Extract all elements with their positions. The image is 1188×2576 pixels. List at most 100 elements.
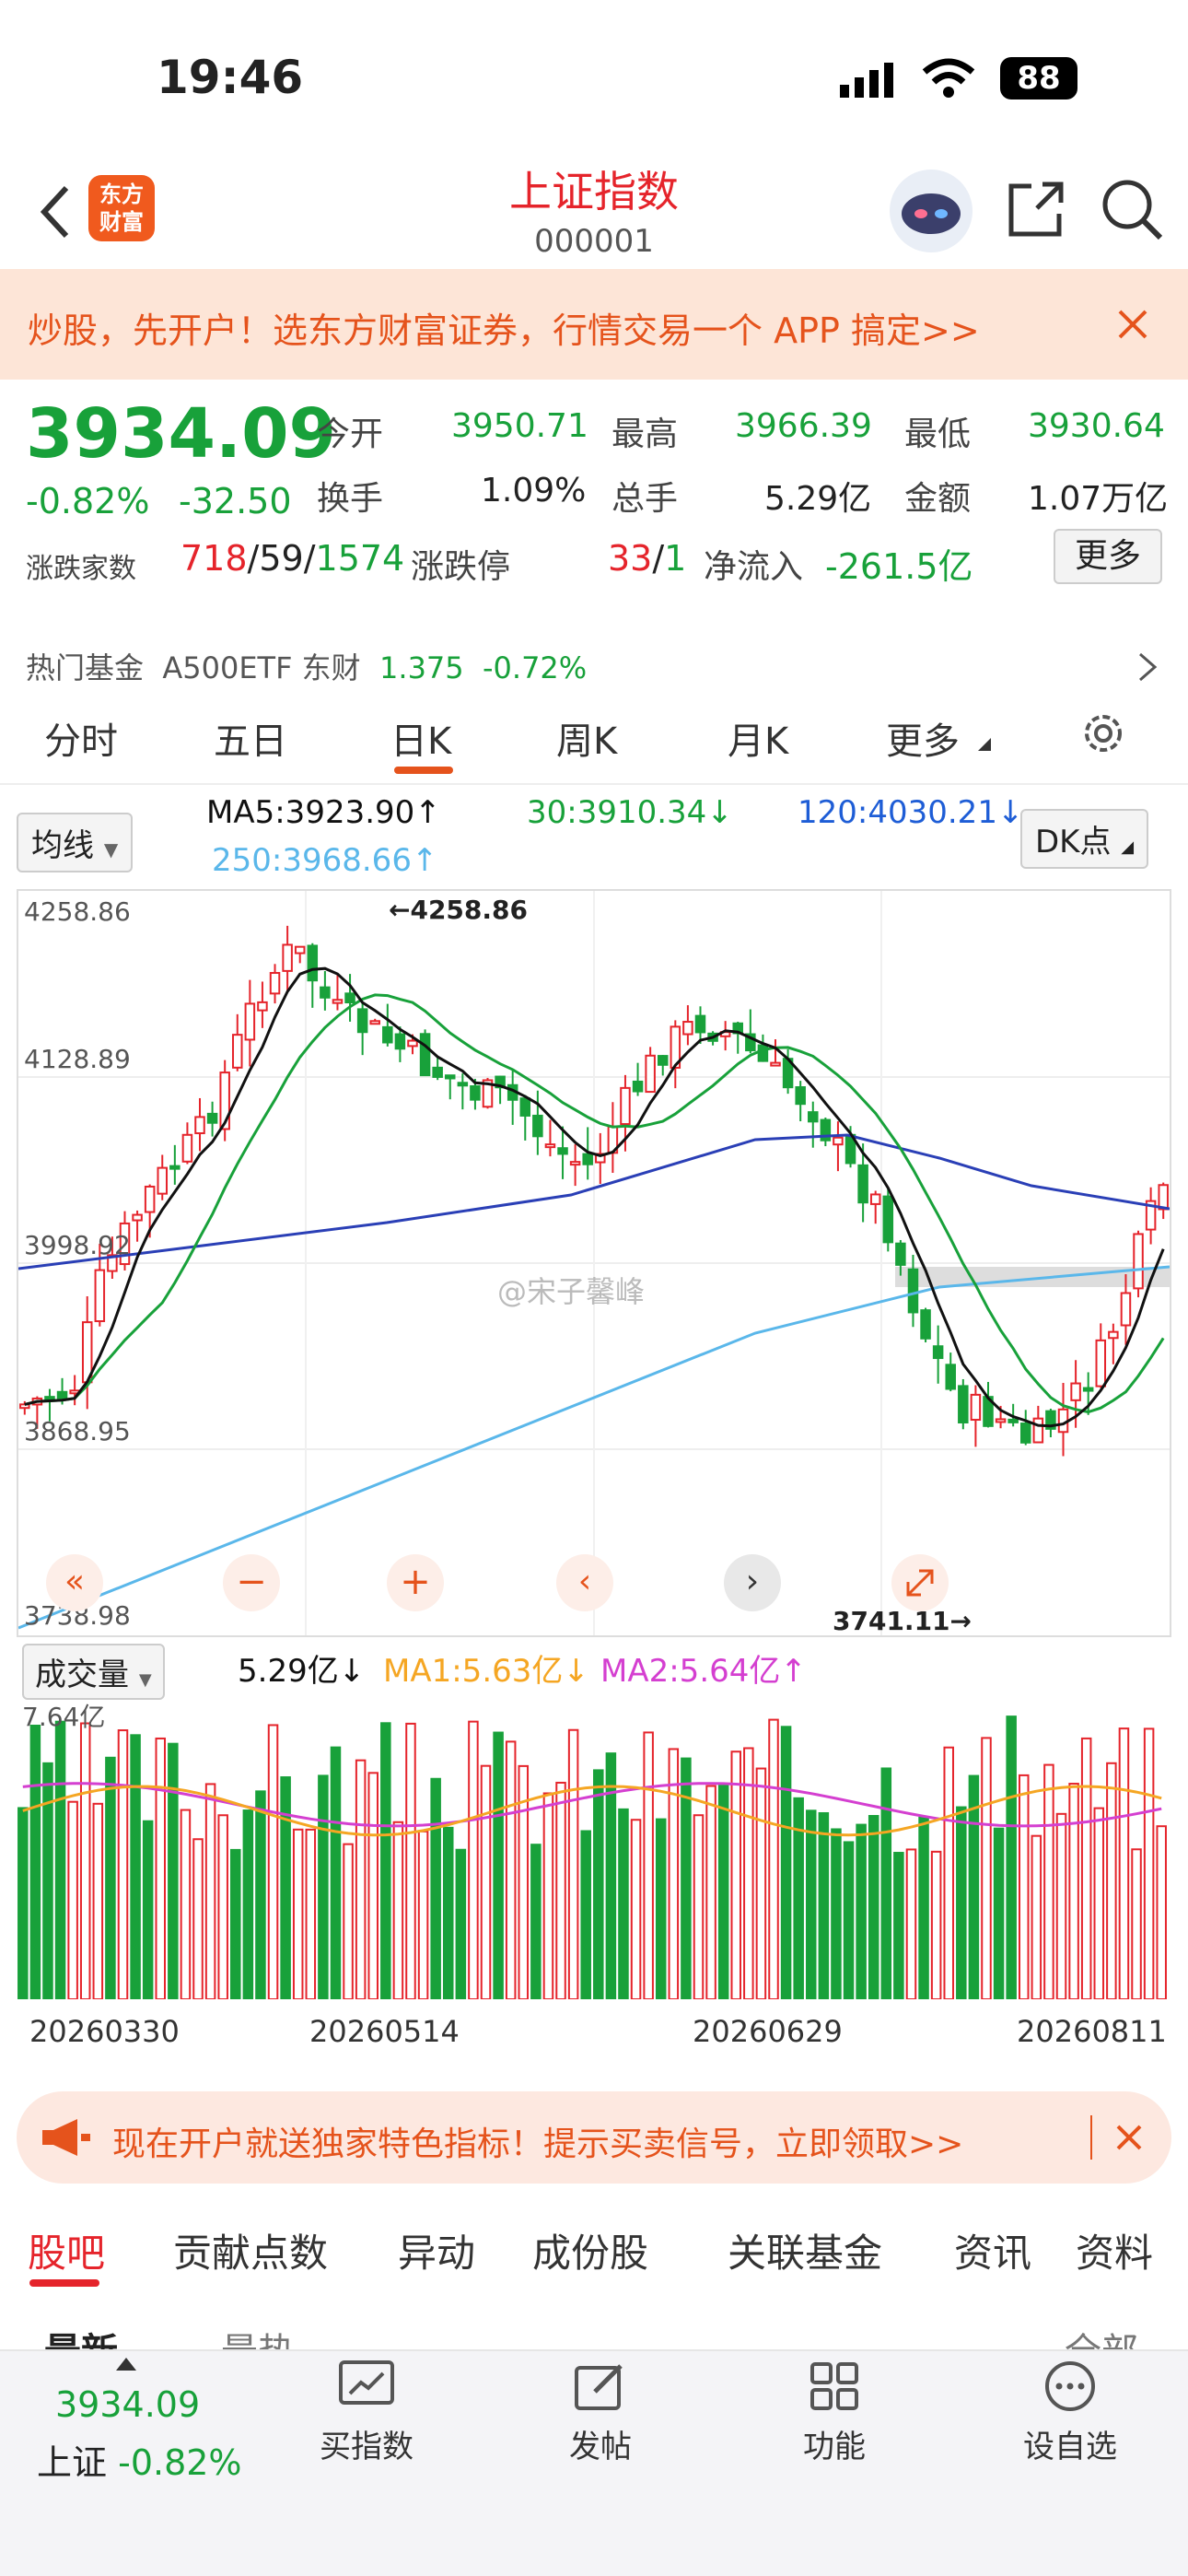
wifi-icon [921, 57, 976, 100]
volume-bar [1156, 1825, 1167, 1999]
content-tabs: 股吧 贡献点数 异动 成份股 关联基金 资讯 资料 [0, 2202, 1188, 2294]
sep2: / [303, 538, 316, 579]
volume-bar [1143, 1727, 1155, 1999]
candle-body [582, 1153, 593, 1165]
fund-row[interactable]: 热门基金 A500ETF 东财 1.375 -0.72% [0, 636, 1188, 684]
volume-bar [292, 1828, 304, 1999]
candle-body [369, 1020, 380, 1025]
volume-bar [1118, 1727, 1130, 1999]
tab-guba[interactable]: 股吧 [28, 2222, 105, 2278]
sort-latest[interactable]: 最新 [44, 2322, 118, 2349]
filter-all[interactable]: 全部 [1065, 2322, 1138, 2349]
volume-max-label: 7.64亿 [22, 1702, 106, 1732]
volume-bar [918, 1816, 929, 1999]
bottom-index: 上证 -0.82% [37, 2434, 242, 2485]
functions-button[interactable]: 功能 [779, 2360, 890, 2466]
volume-bar [204, 1783, 216, 1999]
volume-selector[interactable]: 成交量 ▼ [22, 1644, 165, 1700]
volume-chart[interactable]: 7.64亿 [17, 1695, 1171, 1999]
volume-bar [755, 1767, 767, 1999]
candle-body [1095, 1339, 1107, 1388]
candle-body [895, 1242, 906, 1266]
kline-chart[interactable]: 4258.86 4128.89 3998.92 3868.95 3738.98 … [17, 889, 1171, 1637]
promo-banner-2[interactable]: 现在开户就送独家特色指标！提示买卖信号，立即领取>> [17, 2091, 1171, 2184]
volume-bar [1106, 1762, 1117, 1999]
volume-bar [630, 1819, 642, 1999]
dropdown-triangle-icon [978, 737, 991, 755]
amount-label: 金额 [904, 480, 972, 518]
volume-bar [655, 1818, 667, 1999]
candle-body [457, 1082, 469, 1087]
tab-movement[interactable]: 异动 [398, 2222, 475, 2278]
fast-back-button[interactable]: « [46, 1554, 103, 1611]
candle-body [932, 1345, 944, 1360]
tab-profile[interactable]: 资料 [1076, 2222, 1153, 2278]
volume-bar [943, 1746, 954, 1999]
search-icon[interactable] [1100, 177, 1164, 241]
ma250-value: 250:3968.66↑ [212, 842, 438, 879]
tab-more[interactable]: 更多 [886, 711, 960, 765]
signal-icon [838, 63, 903, 100]
volume-bar [643, 1731, 654, 1999]
dk-point-button[interactable]: DK点 ◢ [1020, 809, 1149, 869]
gear-icon[interactable] [1077, 708, 1129, 759]
tab-intraday[interactable]: 分时 [44, 711, 118, 765]
candle-body [269, 972, 281, 995]
candle-body [382, 1025, 393, 1044]
candle-body [833, 1136, 844, 1146]
tab-related-funds[interactable]: 关联基金 [728, 2222, 882, 2278]
candle-body [1007, 1418, 1019, 1423]
candle-body [1070, 1382, 1081, 1401]
fund-name: A500ETF 东财 [162, 650, 361, 684]
ma-selector[interactable]: 均线 ▼ [17, 813, 134, 872]
date-axis: 20260330 20260514 20260629 20260811 [0, 1999, 1188, 2064]
tab-five-day[interactable]: 五日 [214, 711, 287, 765]
post-button[interactable]: 发帖 [545, 2360, 656, 2466]
add-watchlist-button[interactable]: 设自选 [1011, 2360, 1129, 2466]
step-left-button[interactable]: ‹ [556, 1554, 613, 1611]
down-count: 1574 [315, 538, 405, 579]
volume-bar [255, 1790, 266, 1999]
change-value: -32.50 [179, 481, 292, 521]
tab-monthly-k[interactable]: 月K [728, 711, 788, 765]
close-icon[interactable] [1112, 2121, 1146, 2158]
watermark: @宋子馨峰 [497, 1274, 646, 1309]
zoom-in-button[interactable]: + [387, 1554, 444, 1611]
share-icon[interactable] [1004, 177, 1068, 241]
robot-avatar-icon[interactable] [890, 170, 973, 252]
volume-bar [417, 1830, 429, 1999]
tab-daily-k[interactable]: 日K [390, 711, 451, 765]
volume-label: 总手 [611, 480, 679, 518]
expand-icon[interactable] [891, 1554, 949, 1611]
volume-bar [717, 1785, 729, 1999]
candle-body [356, 1008, 368, 1034]
candle-body [544, 1143, 556, 1149]
volume-bar [1031, 1834, 1042, 1999]
volume-bar [905, 1848, 917, 1999]
volume-bar [593, 1769, 604, 1999]
volume-bar [780, 1726, 792, 1999]
tab-constituents[interactable]: 成份股 [532, 2222, 648, 2278]
more-button[interactable]: 更多 [1054, 529, 1162, 584]
volume-bar [67, 1800, 78, 1999]
ma5-value: MA5:3923.90↑ [206, 794, 441, 831]
volume-bar [1018, 1774, 1030, 1999]
tab-weekly-k[interactable]: 周K [556, 711, 617, 765]
promo-banner[interactable]: 炒股，先开户！选东方财富证券，行情交易一个 APP 搞定>> [0, 269, 1188, 380]
tab-news[interactable]: 资讯 [954, 2222, 1031, 2278]
volume-bar [818, 1811, 830, 1999]
volume-bar [242, 1809, 254, 1999]
step-right-button[interactable]: › [724, 1554, 781, 1611]
breadth-values: 718/59/1574 [181, 538, 404, 579]
high-value: 3966.39 [735, 407, 872, 445]
high-marker-value: 4258.86 [410, 895, 528, 925]
sort-hottest[interactable]: 最热 [221, 2322, 295, 2349]
date-label-4: 20260811 [1017, 2014, 1167, 2049]
close-icon[interactable] [1114, 306, 1151, 343]
zoom-out-button[interactable]: − [223, 1554, 280, 1611]
volume-bar [380, 1722, 391, 1999]
candle-body [945, 1364, 956, 1390]
buy-index-button[interactable]: 买指数 [311, 2360, 422, 2466]
fund-pct: -0.72% [482, 650, 588, 684]
tab-contribution[interactable]: 贡献点数 [173, 2222, 328, 2278]
